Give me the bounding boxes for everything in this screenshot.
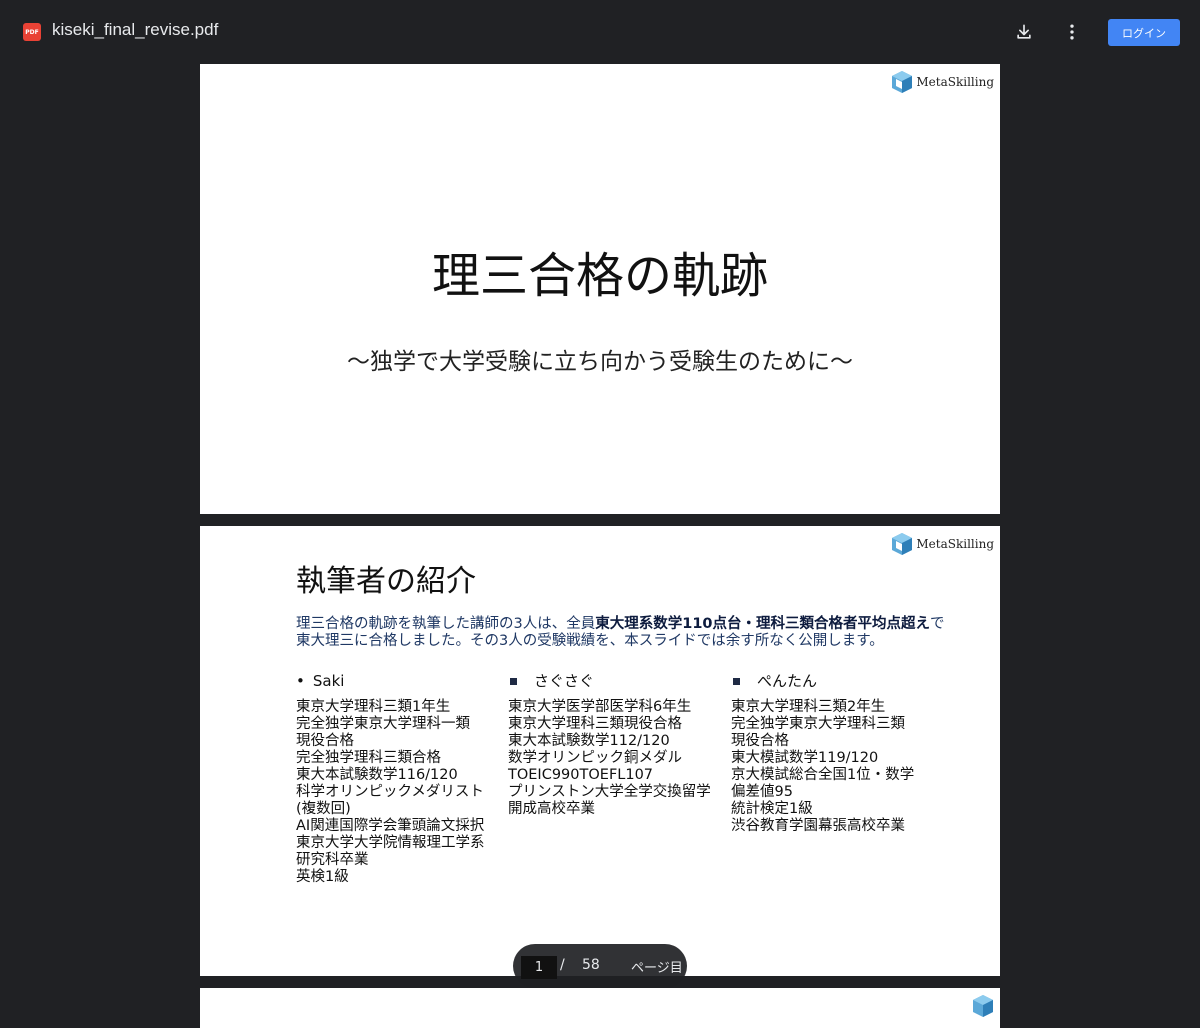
page-total: 58 [582,957,600,973]
more-vert-icon [1070,24,1074,40]
author-detail: 数学オリンピック銅メダル [508,750,682,766]
intro-text: 理三合格の軌跡を執筆した講師の3人は、全員 [296,616,596,632]
author-detail: 渋谷教育学園幕張高校卒業 [731,818,905,834]
pdf-page-3 [200,988,1000,1028]
slide-subtitle: ～独学で大学受験に立ち向かう受験生のために～ [347,349,853,375]
slide-intro: 理三合格の軌跡を執筆した講師の3人は、全員東大理系数学110点台・理科三類合格者… [296,616,956,650]
pdf-page-1: MetaSkilling 理三合格の軌跡 ～独学で大学受験に立ち向かう受験生のた… [200,64,1000,514]
cube-logo-icon [892,533,913,555]
download-button[interactable] [1010,18,1038,46]
author-column: さぐさぐ 東京大学医学部医学科6年生 東京大学理科三類現役合格 東大本試験数学1… [508,671,711,818]
author-detail: 統計検定1級 [731,801,813,817]
author-detail: AI関連国際学会筆頭論文採択 [296,818,485,834]
author-name: ぺんたん [731,671,914,691]
author-detail: 偏差値95 [731,784,793,800]
pdf-file-icon: PDF [23,23,41,41]
author-name: • Saki [296,671,485,691]
metaskilling-logo: MetaSkilling [891,70,994,94]
bullet: • [296,671,305,690]
author-name-text: Saki [312,671,345,690]
slide-title: 執筆者の紹介 [296,564,476,599]
logo-text: MetaSkilling [916,537,994,551]
author-detail: 完全独学理科三類合格 [296,750,441,766]
author-detail: 科学オリンピックメダリスト [296,784,484,800]
author-detail: 英検1級 [296,869,349,885]
top-toolbar: PDF kiseki_final_revise.pdf ログイン [0,0,1200,64]
author-column: ぺんたん 東京大学理科三類2年生 完全独学東京大学理科三類 現役合格 東大模試数… [731,671,914,835]
more-options-button[interactable] [1058,18,1086,46]
author-detail: 東京大学医学部医学科6年生 [508,699,692,715]
author-detail: 現役合格 [731,733,789,749]
file-name: kiseki_final_revise.pdf [52,20,219,39]
author-name: さぐさぐ [508,671,711,691]
square-bullet-icon [510,677,517,685]
author-detail: 東京大学理科三類1年生 [296,699,451,715]
slide-title: 理三合格の軌跡 [431,248,768,304]
download-icon [1017,24,1031,39]
author-detail: 東京大学理科三類2年生 [731,699,886,715]
pdf-page-2: MetaSkilling 執筆者の紹介 理三合格の軌跡を執筆した講師の3人は、全… [200,526,1000,976]
author-name-text: ぺんたん [757,671,818,690]
metaskilling-logo [972,994,994,1018]
author-detail: 京大模試総合全国1位・数学 [731,767,915,783]
author-detail: 現役合格 [296,733,354,749]
author-detail: 開成高校卒業 [508,801,595,817]
page-separator: / [560,957,565,973]
author-name-text: さぐさぐ [534,671,595,690]
login-button[interactable]: ログイン [1108,19,1180,46]
logo-text: MetaSkilling [916,75,994,89]
author-detail: 研究科卒業 [296,852,369,868]
page-unit-label: ページ目 [631,961,683,976]
page-indicator: / 58 ページ目 [513,944,687,988]
author-detail: 東大本試験数学116/120 [296,767,458,783]
cube-logo-icon [892,71,913,93]
intro-highlight: 東大理系数学110点台・理科三類合格者平均点超え [595,616,930,632]
cube-logo-icon [973,995,993,1017]
author-detail: 完全独学東京大学理科一類 [296,716,470,732]
page-number-input[interactable] [521,956,557,979]
author-detail: 東京大学理科三類現役合格 [508,716,682,732]
author-detail: TOEIC990TOEFL107 [508,767,654,783]
author-detail: 東大模試数学119/120 [731,750,879,766]
square-bullet-icon [733,677,740,685]
author-column: • Saki 東京大学理科三類1年生 完全独学東京大学理科一類 現役合格 完全独… [296,671,485,886]
author-detail: 東京大学大学院情報理工学系 [296,835,485,851]
author-detail: 完全独学東京大学理科三類 [731,716,905,732]
author-detail: (複数回) [296,801,351,817]
metaskilling-logo: MetaSkilling [891,532,994,556]
author-detail: 東大本試験数学112/120 [508,733,670,749]
author-detail: プリンストン大学全学交換留学 [508,784,711,800]
